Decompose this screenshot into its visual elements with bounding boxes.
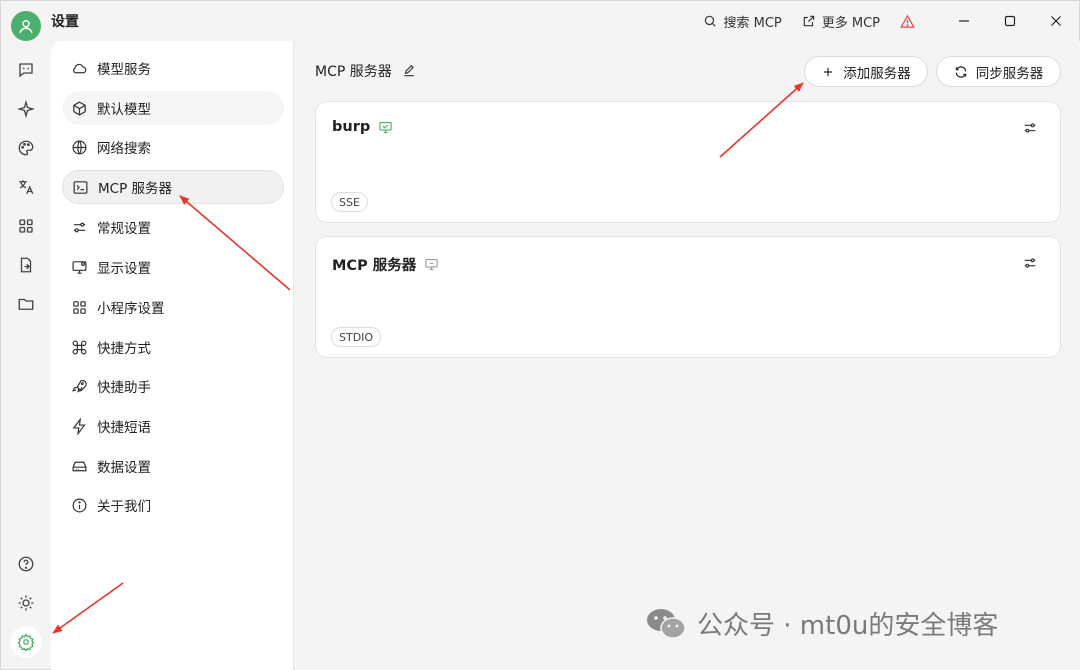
settings-gear-icon[interactable] (10, 626, 42, 658)
file-export-icon[interactable] (15, 254, 37, 276)
nav-item-model-service[interactable]: 模型服务 (62, 51, 284, 85)
icon-rail (1, 1, 51, 670)
translate-icon[interactable] (15, 176, 37, 198)
watermark-text: 公众号 · mt0u的安全博客 (697, 611, 999, 641)
nav-item-quick-assistant[interactable]: 快捷助手 (62, 369, 284, 403)
nav-item-label: 显示设置 (97, 261, 151, 277)
nav-item-shortcuts[interactable]: 快捷方式 (62, 330, 284, 364)
help-icon[interactable] (15, 553, 37, 575)
server-type-tag: STDIO (331, 327, 382, 347)
search-mcp-label: 搜索 MCP (723, 15, 782, 31)
server-settings-icon[interactable] (1022, 120, 1038, 136)
nav-item-label: 关于我们 (97, 499, 151, 515)
external-link-icon (803, 15, 814, 27)
close-icon (1051, 16, 1061, 26)
nav-item-label: 常规设置 (97, 221, 151, 237)
server-inactive-monitor-icon (425, 258, 438, 271)
info-icon (72, 498, 87, 512)
command-icon (72, 340, 87, 354)
server-card[interactable]: burp SSE (315, 101, 1061, 223)
drive-icon (72, 461, 87, 471)
page-title-text: MCP 服务器 (315, 64, 392, 80)
globe-icon (72, 140, 87, 154)
lightning-icon (72, 417, 86, 435)
cloud-icon (73, 63, 87, 73)
nav-item-web-search[interactable]: 网络搜索 (62, 130, 284, 164)
wechat-logo-icon (647, 608, 686, 639)
plus-icon (824, 67, 833, 76)
rocket-icon (72, 379, 87, 393)
nav-item-general-settings[interactable]: 常规设置 (62, 210, 284, 244)
search-mcp-link[interactable]: 搜索 MCP (703, 12, 782, 31)
watermark: 公众号 · mt0u的安全博客 (645, 605, 998, 642)
monitor-icon (72, 260, 87, 274)
maximize-icon (1004, 15, 1016, 27)
nav-item-label: 小程序设置 (97, 301, 165, 317)
terminal-icon (73, 180, 88, 194)
settings-nav: 模型服务 默认模型 网络搜索 MCP 服务器 常规设置 显示设置 小程序设置 快… (51, 41, 294, 670)
server-name: burp (332, 119, 393, 135)
sliders-icon (73, 222, 86, 232)
nav-item-label: 快捷方式 (97, 341, 151, 357)
sun-icon[interactable] (15, 592, 37, 614)
nav-item-quick-phrases[interactable]: 快捷短语 (62, 409, 284, 443)
grid-icon (73, 300, 86, 314)
nav-item-label: 快捷助手 (97, 380, 151, 396)
server-name-text: MCP 服务器 (332, 258, 417, 274)
folder-icon[interactable] (15, 293, 37, 315)
title-bar-actions: 搜索 MCP 更多 MCP (703, 1, 1079, 41)
minimize-button[interactable] (941, 1, 987, 41)
sync-server-button[interactable]: 同步服务器 (936, 56, 1061, 87)
nav-item-label: 数据设置 (97, 460, 151, 476)
warning-icon[interactable] (900, 14, 915, 29)
nav-item-label: 模型服务 (97, 62, 151, 78)
nav-item-label: 网络搜索 (97, 141, 151, 157)
refresh-icon (955, 65, 966, 78)
nav-item-label: 快捷短语 (97, 420, 151, 436)
cube-icon (73, 100, 86, 116)
chat-icon[interactable] (15, 59, 37, 81)
main-panel: MCP 服务器 添加服务器 同步服务器 burp SSE MCP 服务器 STD… (295, 41, 1080, 670)
apps-grid-icon[interactable] (15, 215, 37, 237)
minimize-icon (959, 20, 969, 22)
title-bar: 设置 搜索 MCP 更多 MCP (51, 1, 1079, 41)
search-icon (705, 15, 717, 27)
sparkle-icon[interactable] (15, 98, 37, 120)
nav-item-mcp-servers[interactable]: MCP 服务器 (62, 170, 284, 204)
palette-icon[interactable] (15, 137, 37, 159)
page-title: MCP 服务器 (315, 61, 416, 81)
settings-window: 设置 搜索 MCP 更多 MCP 模型服务 默认模型 网络搜索 MCP 服务器 … (0, 0, 1080, 670)
user-icon (19, 20, 33, 34)
server-name: MCP 服务器 (332, 254, 439, 275)
server-active-monitor-icon (379, 121, 392, 133)
more-mcp-link[interactable]: 更多 MCP (802, 12, 880, 31)
nav-item-about-us[interactable]: 关于我们 (62, 488, 284, 522)
sync-server-label: 同步服务器 (975, 65, 1044, 82)
server-name-text: burp (332, 119, 371, 135)
close-button[interactable] (1033, 1, 1079, 41)
nav-item-miniapp-settings[interactable]: 小程序设置 (62, 290, 284, 324)
avatar[interactable] (11, 11, 41, 41)
nav-item-default-model[interactable]: 默认模型 (62, 91, 284, 125)
edit-icon[interactable] (402, 64, 416, 78)
add-server-label: 添加服务器 (843, 65, 911, 82)
server-card[interactable]: MCP 服务器 STDIO (315, 236, 1061, 358)
nav-item-display-settings[interactable]: 显示设置 (62, 250, 284, 284)
maximize-button[interactable] (987, 1, 1033, 41)
more-mcp-label: 更多 MCP (821, 15, 880, 31)
nav-item-label: 默认模型 (97, 102, 151, 118)
nav-item-label: MCP 服务器 (98, 181, 173, 197)
app-title: 设置 (51, 14, 79, 30)
add-server-button[interactable]: 添加服务器 (804, 56, 928, 87)
server-settings-icon[interactable] (1022, 255, 1038, 271)
nav-item-data-settings[interactable]: 数据设置 (62, 449, 284, 483)
server-type-tag: SSE (331, 192, 368, 212)
